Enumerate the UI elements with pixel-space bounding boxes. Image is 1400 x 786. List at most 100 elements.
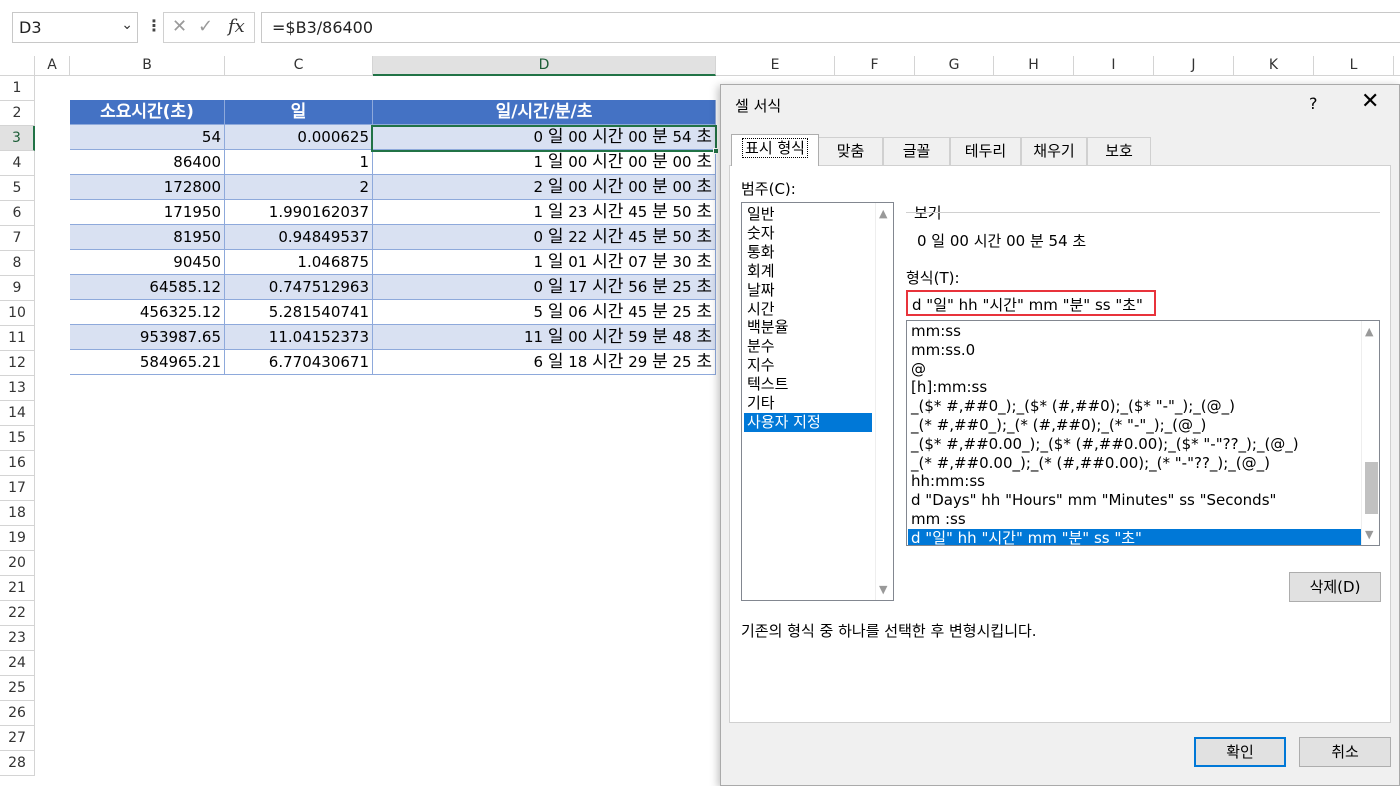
row-header[interactable]: 23 (0, 626, 35, 651)
category-scrollbar[interactable]: ▲ ▼ (875, 203, 893, 600)
format-item[interactable]: hh:mm:ss (908, 472, 1361, 491)
cell-dhms[interactable]: 5 일 06 시간 45 분 25 초 (373, 300, 716, 325)
select-all-corner[interactable] (0, 56, 35, 76)
column-header-k[interactable]: K (1234, 56, 1314, 76)
row-header[interactable]: 19 (0, 526, 35, 551)
cell-seconds[interactable]: 172800 (70, 175, 225, 200)
row-header[interactable]: 8 (0, 251, 35, 276)
row-header[interactable]: 13 (0, 376, 35, 401)
cell-seconds[interactable]: 81950 (70, 225, 225, 250)
scroll-up-icon[interactable]: ▲ (1365, 325, 1373, 338)
column-header-l[interactable]: L (1314, 56, 1394, 76)
format-list[interactable]: mm:ss mm:ss.0 @ [h]:mm:ss _($* #,##0_);_($* … (906, 320, 1380, 546)
row-header[interactable]: 1 (0, 76, 35, 101)
row-header[interactable]: 6 (0, 201, 35, 226)
cell-days[interactable]: 2 (225, 175, 373, 200)
format-code-input[interactable]: d "일" hh "시간" mm "분" ss "초" (906, 290, 1156, 316)
header-dhms[interactable]: 일/시간/분/초 (373, 100, 716, 125)
header-days[interactable]: 일 (225, 100, 373, 125)
cell-days[interactable]: 5.281540741 (225, 300, 373, 325)
more-options-icon[interactable]: ⋮ (146, 16, 162, 35)
scroll-down-icon[interactable]: ▼ (1365, 528, 1373, 541)
row-header[interactable]: 28 (0, 751, 35, 776)
category-item[interactable]: 텍스트 (744, 375, 872, 394)
category-item[interactable]: 숫자 (744, 224, 872, 243)
format-item[interactable]: _(* #,##0_);_(* (#,##0);_(* "-"_);_(@_) (908, 416, 1361, 435)
cell-days[interactable]: 0.747512963 (225, 275, 373, 300)
tab-fill[interactable]: 채우기 (1021, 137, 1087, 165)
column-header-d[interactable]: D (373, 56, 716, 76)
row-header[interactable]: 18 (0, 501, 35, 526)
formula-input[interactable]: =$B3/86400 (261, 12, 1400, 43)
row-header[interactable]: 10 (0, 301, 35, 326)
row-header[interactable]: 21 (0, 576, 35, 601)
category-item[interactable]: 회계 (744, 262, 872, 281)
format-item[interactable]: _($* #,##0.00_);_($* (#,##0.00);_($* "-"… (908, 435, 1361, 454)
cell-days[interactable]: 6.770430671 (225, 350, 373, 375)
category-item[interactable]: 기타 (744, 394, 872, 413)
cell-dhms[interactable]: 6 일 18 시간 29 분 25 초 (373, 350, 716, 375)
cell-seconds[interactable]: 584965.21 (70, 350, 225, 375)
row-header[interactable]: 27 (0, 726, 35, 751)
format-item[interactable]: @ (908, 360, 1361, 379)
category-item[interactable]: 일반 (744, 205, 872, 224)
row-header[interactable]: 15 (0, 426, 35, 451)
column-header-b[interactable]: B (70, 56, 225, 76)
format-item[interactable]: d "Days" hh "Hours" mm "Minutes" ss "Sec… (908, 491, 1361, 510)
tab-font[interactable]: 글꼴 (883, 137, 950, 165)
tab-border[interactable]: 테두리 (950, 137, 1021, 165)
category-list[interactable]: 일반 숫자 통화 회계 날짜 시간 백분율 분수 지수 텍스트 기타 사용자 지정 ▲ ▼ (741, 202, 894, 601)
function-icon[interactable]: fx (228, 16, 245, 37)
cell-dhms[interactable]: 0 일 17 시간 56 분 25 초 (373, 275, 716, 300)
ok-button[interactable]: 확인 (1194, 737, 1286, 767)
row-header[interactable]: 3 (0, 126, 35, 151)
header-seconds[interactable]: 소요시간(초) (70, 100, 225, 125)
cell-days[interactable]: 0.94849537 (225, 225, 373, 250)
cell-dhms[interactable]: 11 일 00 시간 59 분 48 초 (373, 325, 716, 350)
format-list-scrollbar[interactable]: ▲ ▼ (1361, 321, 1379, 545)
chevron-down-icon[interactable]: ⌄ (121, 17, 133, 33)
format-item[interactable]: _(* #,##0.00_);_(* (#,##0.00);_(* "-"??_… (908, 454, 1361, 473)
cell-days[interactable]: 11.04152373 (225, 325, 373, 350)
check-icon[interactable]: ✓ (198, 16, 213, 37)
cell-seconds[interactable]: 54 (70, 125, 225, 150)
category-item[interactable]: 사용자 지정 (744, 412, 872, 432)
cell-seconds[interactable]: 90450 (70, 250, 225, 275)
column-header-c[interactable]: C (225, 56, 373, 76)
format-item[interactable]: mm:ss (908, 322, 1361, 341)
delete-button[interactable]: 삭제(D) (1289, 572, 1381, 602)
cell-seconds[interactable]: 456325.12 (70, 300, 225, 325)
tab-number[interactable]: 표시 형식 (731, 134, 819, 166)
row-header[interactable]: 17 (0, 476, 35, 501)
category-item[interactable]: 통화 (744, 243, 872, 262)
cell-seconds[interactable]: 86400 (70, 150, 225, 175)
column-header-a[interactable]: A (35, 56, 70, 76)
cell-dhms[interactable]: 1 일 01 시간 07 분 30 초 (373, 250, 716, 275)
format-item[interactable]: mm :ss (908, 510, 1361, 529)
cell-seconds[interactable]: 171950 (70, 200, 225, 225)
scroll-down-icon[interactable]: ▼ (879, 583, 887, 596)
format-item[interactable]: d "일" hh "시간" mm "분" ss "초" (908, 528, 1361, 545)
row-header[interactable]: 26 (0, 701, 35, 726)
cancel-button[interactable]: 취소 (1299, 737, 1391, 767)
tab-protection[interactable]: 보호 (1087, 137, 1151, 165)
row-header[interactable]: 16 (0, 451, 35, 476)
row-header[interactable]: 12 (0, 351, 35, 376)
scroll-up-icon[interactable]: ▲ (879, 207, 887, 220)
cell-days[interactable]: 1.990162037 (225, 200, 373, 225)
row-header[interactable]: 2 (0, 101, 35, 126)
cell-days[interactable]: 1.046875 (225, 250, 373, 275)
row-header[interactable]: 25 (0, 676, 35, 701)
row-header[interactable]: 5 (0, 176, 35, 201)
category-item[interactable]: 분수 (744, 337, 872, 356)
column-header-g[interactable]: G (915, 56, 994, 76)
format-item[interactable]: _($* #,##0_);_($* (#,##0);_($* "-"_);_(@… (908, 397, 1361, 416)
cell-days[interactable]: 1 (225, 150, 373, 175)
cell-dhms[interactable]: 1 일 23 시간 45 분 50 초 (373, 200, 716, 225)
row-header[interactable]: 24 (0, 651, 35, 676)
column-header-f[interactable]: F (835, 56, 915, 76)
row-header[interactable]: 4 (0, 151, 35, 176)
cell-seconds[interactable]: 953987.65 (70, 325, 225, 350)
column-header-e[interactable]: E (716, 56, 835, 76)
category-item[interactable]: 날짜 (744, 281, 872, 300)
